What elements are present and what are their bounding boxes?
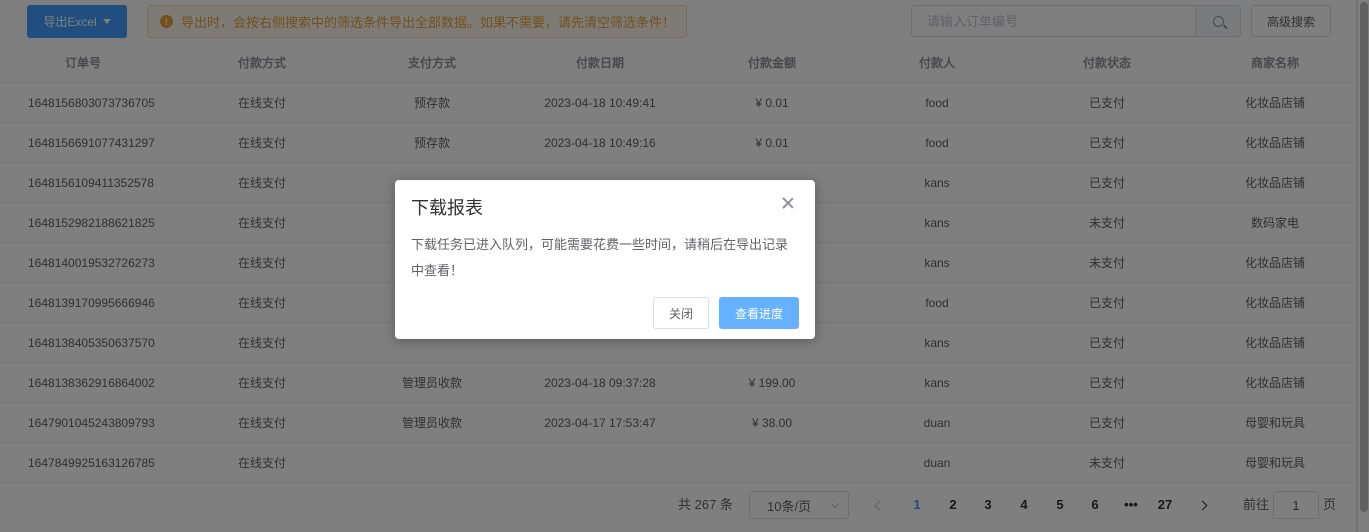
view-progress-button[interactable]: 查看进度 [719,297,799,329]
dialog-message: 下载任务已进入队列，可能需要花费一些时间，请稍后在导出记录中查看！ [411,237,789,278]
dialog-title: 下载报表 [411,198,483,218]
dialog-close-button[interactable]: 关闭 [653,297,709,329]
close-icon[interactable] [781,196,795,210]
download-report-dialog: 下载报表 下载任务已进入队列，可能需要花费一些时间，请稍后在导出记录中查看！ 关… [395,180,815,339]
